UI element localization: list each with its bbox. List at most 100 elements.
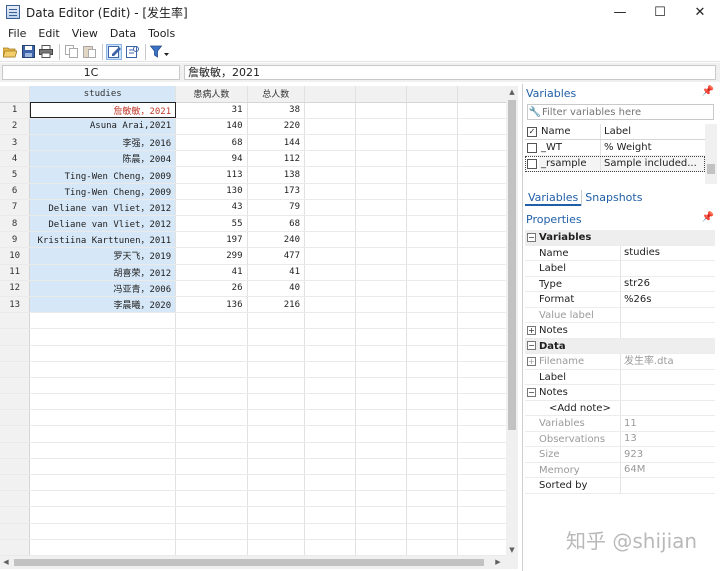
column-header-cases[interactable]: 患病人数: [175, 86, 248, 103]
empty-cell[interactable]: [355, 442, 407, 459]
empty-cell[interactable]: [247, 345, 306, 362]
property-row[interactable]: Format %26s: [525, 292, 715, 308]
data-grid[interactable]: studies 患病人数 总人数 1 詹敏敏，2021 31 38 2 Asuna Ara…: [0, 86, 518, 556]
row-number[interactable]: [0, 345, 31, 362]
cell-total[interactable]: 144: [247, 134, 306, 152]
empty-cell[interactable]: [457, 523, 509, 540]
cell-cases[interactable]: 55: [175, 215, 248, 233]
grid-horizontal-scrollbar[interactable]: ◀ ▶: [0, 556, 518, 569]
empty-cell[interactable]: [29, 361, 177, 378]
row-number[interactable]: [0, 328, 31, 346]
empty-cell[interactable]: [406, 134, 458, 152]
paste-icon[interactable]: [81, 44, 97, 60]
cell-studies[interactable]: 胡喜荣，2012: [29, 264, 177, 281]
empty-cell[interactable]: [406, 523, 458, 540]
empty-cell[interactable]: [406, 474, 458, 492]
cell-studies[interactable]: 陈晨，2004: [29, 150, 177, 168]
cell-cases[interactable]: 113: [175, 166, 248, 184]
tab-snapshots[interactable]: Snapshots: [581, 190, 645, 206]
empty-cell[interactable]: [304, 183, 356, 200]
empty-cell[interactable]: [457, 425, 509, 443]
row-number[interactable]: [0, 506, 31, 524]
empty-cell[interactable]: [355, 490, 407, 508]
row-number[interactable]: 1: [0, 102, 31, 119]
empty-cell[interactable]: [355, 150, 407, 168]
cell-studies[interactable]: 罗天飞，2019: [29, 247, 177, 265]
empty-cell[interactable]: [304, 102, 356, 119]
empty-cell[interactable]: [406, 458, 458, 476]
empty-cell[interactable]: [406, 425, 458, 443]
empty-cell[interactable]: [304, 361, 356, 378]
cell-total[interactable]: 79: [247, 199, 306, 217]
column-header-empty[interactable]: [304, 86, 356, 103]
property-row[interactable]: + Filename 发生率.dta: [525, 354, 715, 370]
empty-cell[interactable]: [406, 150, 458, 168]
column-header-empty[interactable]: [355, 86, 407, 103]
filter-dropdown-icon[interactable]: [149, 44, 171, 60]
empty-cell[interactable]: [406, 280, 458, 297]
column-header-total[interactable]: 总人数: [247, 86, 306, 103]
scroll-thumb[interactable]: [508, 100, 516, 430]
variable-row[interactable]: _WT % Weight: [525, 140, 705, 156]
empty-cell[interactable]: [457, 215, 509, 233]
empty-cell[interactable]: [457, 296, 509, 314]
empty-cell[interactable]: [175, 425, 248, 443]
save-icon[interactable]: [20, 44, 36, 60]
empty-cell[interactable]: [29, 312, 177, 330]
cell-studies[interactable]: 冯亚青，2006: [29, 280, 177, 297]
empty-cell[interactable]: [457, 183, 509, 200]
empty-cell[interactable]: [304, 506, 356, 524]
cell-cases[interactable]: 140: [175, 118, 248, 136]
menu-tools[interactable]: Tools: [142, 27, 181, 40]
cell-total[interactable]: 41: [247, 264, 306, 281]
empty-cell[interactable]: [247, 361, 306, 378]
cell-cases[interactable]: 130: [175, 183, 248, 200]
empty-cell[interactable]: [355, 425, 407, 443]
cell-total[interactable]: 68: [247, 215, 306, 233]
empty-cell[interactable]: [457, 118, 509, 136]
empty-cell[interactable]: [304, 280, 356, 297]
empty-cell[interactable]: [175, 458, 248, 476]
cell-studies[interactable]: Deliane van Vliet，2012: [29, 199, 177, 217]
empty-cell[interactable]: [457, 280, 509, 297]
empty-cell[interactable]: [457, 166, 509, 184]
empty-cell[interactable]: [304, 296, 356, 314]
empty-cell[interactable]: [355, 280, 407, 297]
empty-cell[interactable]: [29, 442, 177, 459]
cell-value-input[interactable]: 詹敏敏，2021: [184, 65, 716, 80]
cell-cases[interactable]: 94: [175, 150, 248, 168]
property-row[interactable]: Label: [525, 261, 715, 277]
property-row[interactable]: Size 923: [525, 447, 715, 463]
row-number[interactable]: 3: [0, 134, 31, 152]
empty-cell[interactable]: [457, 361, 509, 378]
empty-cell[interactable]: [406, 166, 458, 184]
empty-cell[interactable]: [457, 377, 509, 395]
empty-cell[interactable]: [406, 361, 458, 378]
cell-total[interactable]: 112: [247, 150, 306, 168]
empty-cell[interactable]: [355, 312, 407, 330]
empty-cell[interactable]: [457, 506, 509, 524]
open-folder-icon[interactable]: [2, 44, 18, 60]
cell-studies[interactable]: Ting-Wen Cheng，2009: [29, 183, 177, 200]
row-number[interactable]: 10: [0, 247, 31, 265]
empty-cell[interactable]: [304, 442, 356, 459]
row-number[interactable]: [0, 458, 31, 476]
property-row[interactable]: Type str26: [525, 276, 715, 292]
menu-file[interactable]: File: [2, 27, 32, 40]
collapse-icon[interactable]: −: [527, 387, 536, 397]
select-all-checkbox[interactable]: ✓: [527, 126, 537, 137]
empty-cell[interactable]: [175, 442, 248, 459]
empty-cell[interactable]: [304, 215, 356, 233]
cell-studies[interactable]: Deliane van Vliet，2012: [29, 215, 177, 233]
cell-studies[interactable]: 李晨曦，2020: [29, 296, 177, 314]
pin-icon[interactable]: 📌: [702, 86, 714, 97]
cell-total[interactable]: 38: [247, 102, 306, 119]
empty-cell[interactable]: [457, 490, 509, 508]
empty-cell[interactable]: [247, 393, 306, 411]
grid-corner[interactable]: [0, 86, 31, 103]
empty-cell[interactable]: [304, 474, 356, 492]
empty-cell[interactable]: [406, 247, 458, 265]
close-button[interactable]: ✕: [680, 0, 720, 24]
edit-mode-icon[interactable]: [106, 43, 122, 60]
properties-section-data[interactable]: − Data: [525, 338, 715, 354]
